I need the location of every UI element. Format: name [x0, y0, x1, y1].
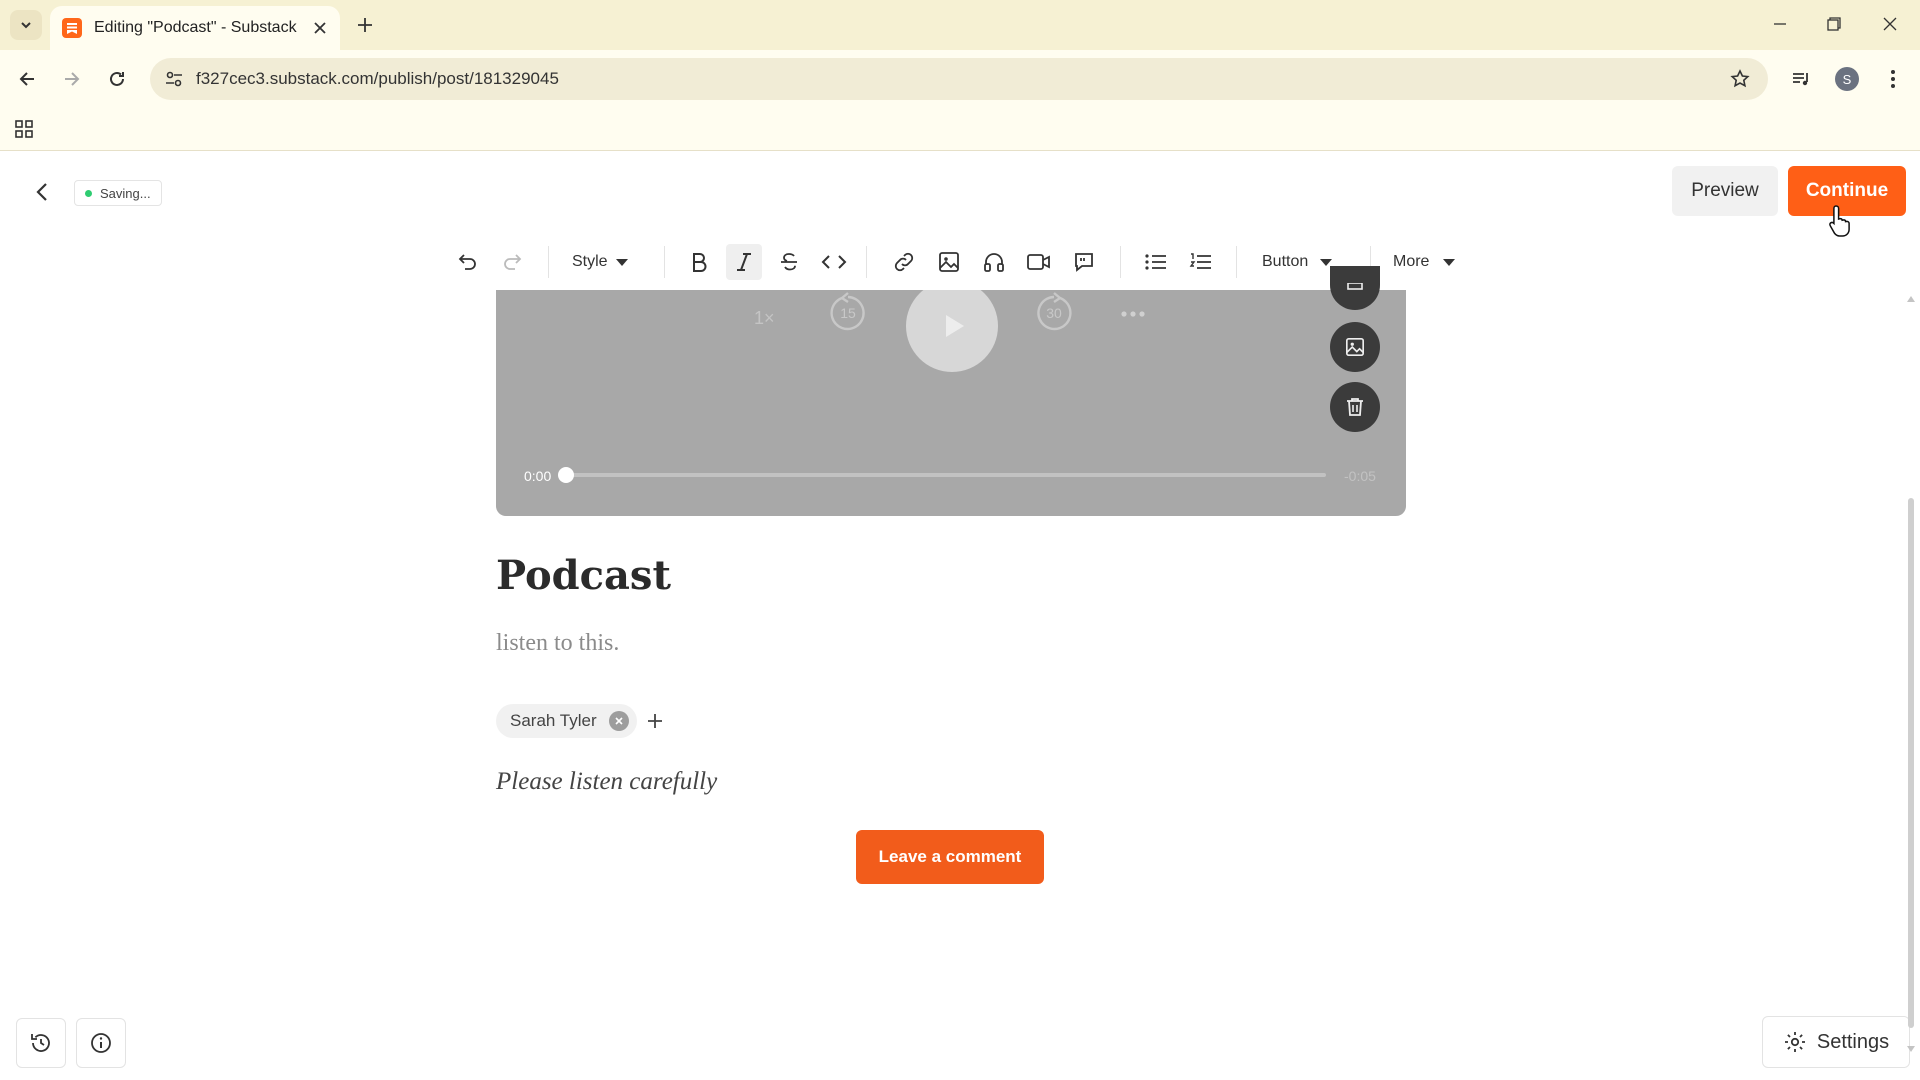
- mouse-pointer-icon: [1828, 204, 1854, 238]
- post-title[interactable]: Podcast: [496, 552, 671, 599]
- profile-avatar[interactable]: S: [1830, 62, 1864, 96]
- history-icon[interactable]: [16, 1018, 66, 1068]
- code-icon[interactable]: [816, 244, 852, 280]
- button-dropdown-label: Button: [1262, 253, 1309, 270]
- forward-arrow-icon[interactable]: [55, 62, 89, 96]
- substack-favicon-icon: [62, 18, 82, 38]
- browser-menu-icon[interactable]: [1876, 62, 1910, 96]
- bookmarks-bar: [0, 108, 1920, 151]
- restore-window-icon[interactable]: [1806, 0, 1862, 48]
- toolbar-divider: [866, 246, 867, 278]
- numbered-list-icon[interactable]: [1183, 244, 1219, 280]
- tab-title: Editing "Podcast" - Substack: [94, 19, 297, 36]
- editor-back-icon[interactable]: [28, 178, 56, 206]
- back-arrow-icon[interactable]: [10, 62, 44, 96]
- caret-down-icon: [1320, 258, 1333, 266]
- tab-search-button[interactable]: [10, 10, 42, 40]
- italic-icon[interactable]: [726, 244, 762, 280]
- more-dropdown[interactable]: More: [1393, 244, 1456, 280]
- post-subtitle[interactable]: listen to this.: [496, 630, 619, 657]
- playback-speed[interactable]: 1×: [754, 308, 775, 329]
- progress-thumb[interactable]: [558, 467, 574, 483]
- chevron-down-icon: [21, 22, 31, 29]
- reload-icon[interactable]: [100, 62, 134, 96]
- browser-tab-active[interactable]: Editing "Podcast" - Substack: [50, 6, 340, 50]
- scroll-down-icon[interactable]: [1907, 1046, 1915, 1052]
- more-options-icon[interactable]: [1118, 304, 1148, 324]
- url-text: f327cec3.substack.com/publish/post/18132…: [196, 69, 559, 88]
- scrollbar-thumb[interactable]: [1908, 498, 1914, 1028]
- strikethrough-icon[interactable]: [771, 244, 807, 280]
- toolbar-divider: [1236, 246, 1237, 278]
- save-status-badge: Saving...: [74, 180, 162, 206]
- minimize-window-icon[interactable]: [1752, 0, 1808, 48]
- video-icon[interactable]: [1021, 244, 1057, 280]
- tab-close-icon[interactable]: [310, 18, 330, 38]
- rewind-15-icon[interactable]: 15: [826, 290, 870, 334]
- button-dropdown[interactable]: Button: [1262, 244, 1333, 280]
- edit-block-icon: [1347, 283, 1363, 290]
- undo-icon[interactable]: [450, 244, 486, 280]
- svg-text:15: 15: [840, 305, 856, 321]
- author-chip: Sarah Tyler: [496, 704, 637, 738]
- svg-text:30: 30: [1046, 305, 1062, 321]
- duration: -0:05: [1344, 468, 1376, 484]
- media-controls-icon[interactable]: [1784, 62, 1818, 96]
- new-tab-plus-icon[interactable]: [352, 12, 378, 38]
- apps-grid-icon[interactable]: [12, 117, 36, 141]
- redo-icon[interactable]: [494, 244, 530, 280]
- more-dropdown-label: More: [1393, 253, 1430, 270]
- author-name: Sarah Tyler: [510, 711, 597, 730]
- post-body-text[interactable]: Please listen carefully: [496, 768, 717, 796]
- pullquote-icon[interactable]: [1066, 244, 1102, 280]
- gear-icon: [1784, 1032, 1805, 1052]
- save-status-text: Saving...: [100, 185, 151, 201]
- bullet-list-icon[interactable]: [1138, 244, 1174, 280]
- image-icon: [1346, 338, 1364, 356]
- caret-down-icon: [615, 258, 628, 266]
- add-author-plus-icon[interactable]: [640, 706, 670, 736]
- current-time: 0:00: [524, 468, 552, 484]
- close-window-icon[interactable]: [1862, 0, 1918, 48]
- settings-button[interactable]: Settings: [1762, 1016, 1910, 1068]
- remove-author-icon[interactable]: [608, 711, 629, 731]
- site-info-icon[interactable]: [162, 67, 186, 91]
- settings-label: Settings: [1816, 1030, 1890, 1053]
- address-bar[interactable]: f327cec3.substack.com/publish/post/18132…: [150, 58, 1768, 100]
- preview-button[interactable]: Preview: [1672, 166, 1778, 216]
- toolbar-divider: [664, 246, 665, 278]
- audio-player[interactable]: 1× 15 30 0:00 -0:05: [496, 290, 1406, 516]
- audio-headphones-icon[interactable]: [976, 244, 1012, 280]
- progress-track[interactable]: [562, 473, 1326, 477]
- leave-comment-button[interactable]: Leave a comment: [856, 830, 1044, 884]
- style-dropdown-label: Style: [572, 253, 608, 270]
- link-icon[interactable]: [886, 244, 922, 280]
- delete-block-button[interactable]: [1330, 382, 1380, 432]
- browser-tab-strip: Editing "Podcast" - Substack: [0, 0, 1920, 50]
- scroll-up-icon[interactable]: [1907, 296, 1915, 302]
- status-dot: [85, 189, 92, 197]
- bookmark-star-icon[interactable]: [1728, 67, 1752, 91]
- info-icon[interactable]: [76, 1018, 126, 1068]
- style-dropdown[interactable]: Style: [572, 244, 628, 280]
- profile-initial: S: [1835, 67, 1859, 91]
- toolbar-divider: [548, 246, 549, 278]
- replace-image-button[interactable]: [1330, 322, 1380, 372]
- bold-icon[interactable]: [681, 244, 717, 280]
- image-icon[interactable]: [931, 244, 967, 280]
- play-icon: [946, 315, 964, 337]
- forward-30-icon[interactable]: 30: [1032, 290, 1076, 334]
- play-button[interactable]: [906, 290, 998, 372]
- caret-down-icon: [1443, 258, 1456, 266]
- toolbar-divider: [1120, 246, 1121, 278]
- trash-icon: [1347, 398, 1363, 416]
